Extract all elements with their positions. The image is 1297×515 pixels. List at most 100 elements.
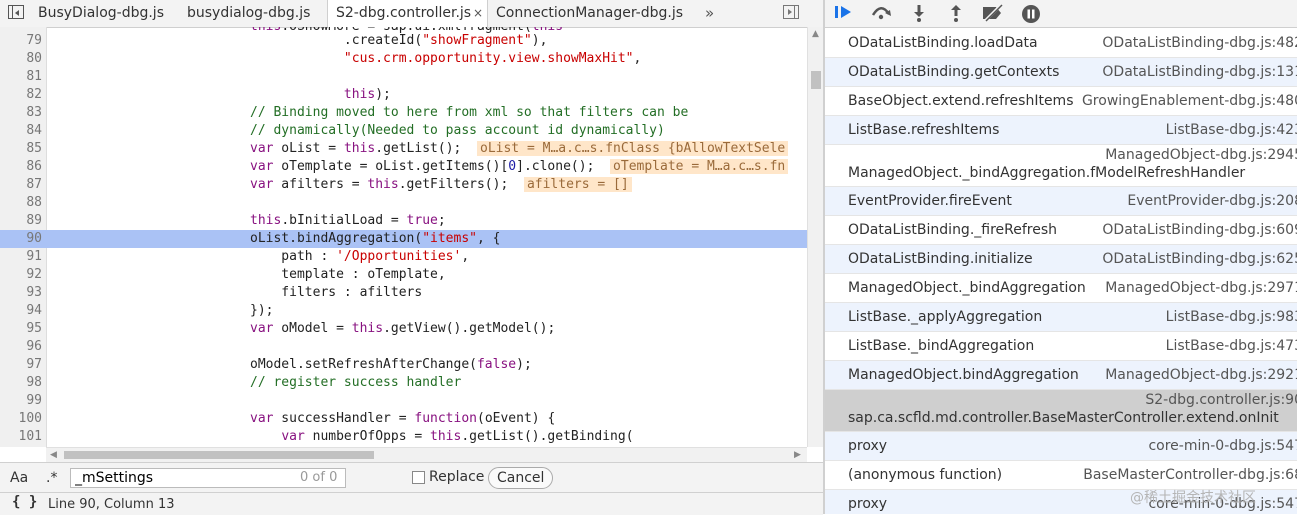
code-line[interactable]: 82 this);	[0, 86, 807, 104]
scroll-up-icon[interactable]: ▲	[812, 29, 819, 39]
deactivate-breakpoints-icon[interactable]	[981, 3, 1003, 23]
call-frame-location[interactable]: ListBase-dbg.js:473	[1166, 338, 1297, 354]
code-line[interactable]: 87 var afilters = this.getFilters(); afil…	[0, 176, 807, 194]
call-frame-location[interactable]: S2-dbg.controller.js:90	[1145, 392, 1297, 408]
line-number[interactable]: 100	[0, 410, 42, 428]
code-line[interactable]: 98 // register success handler	[0, 374, 807, 392]
close-tab-icon[interactable]: ×	[473, 0, 483, 27]
call-frame-location[interactable]: ManagedObject-dbg.js:2971	[1105, 280, 1297, 296]
code-line[interactable]: 96	[0, 338, 807, 356]
line-number[interactable]: 84	[0, 122, 42, 140]
tab-connectionmanager-dbg[interactable]: ConnectionManager-dbg.js	[496, 0, 696, 27]
line-number[interactable]: 101	[0, 428, 42, 446]
tab-busydialog-dbg-lower[interactable]: busydialog-dbg.js	[187, 0, 327, 27]
editor-horizontal-scrollbar[interactable]: ◀ ▶	[46, 447, 807, 462]
call-frame-location[interactable]: GrowingEnablement-dbg.js:480	[1082, 93, 1297, 109]
call-frame-location[interactable]: BaseMasterController-dbg.js:68	[1083, 467, 1297, 483]
line-number[interactable]: 91	[0, 248, 42, 266]
step-out-icon[interactable]	[945, 3, 967, 23]
call-frame[interactable]: ODataListBinding.loadData ODataListBindin…	[825, 29, 1297, 58]
scroll-left-icon[interactable]: ◀	[50, 450, 57, 460]
line-number[interactable]: 88	[0, 194, 42, 212]
call-frame-location[interactable]: ManagedObject-dbg.js:2945	[1105, 147, 1297, 163]
resume-icon[interactable]	[833, 3, 855, 23]
code-line[interactable]: 92 template : oTemplate,	[0, 266, 807, 284]
replace-checkbox[interactable]	[412, 471, 425, 484]
call-frame[interactable]: sap.ca.scfld.md.controller.BaseMasterCon…	[825, 390, 1297, 432]
step-into-icon[interactable]	[908, 3, 930, 23]
call-frame[interactable]: ODataListBinding.initialize ODataListBind…	[825, 245, 1297, 274]
call-frame-location[interactable]: ODataListBinding-dbg.js:131	[1102, 64, 1297, 80]
more-tabs-icon[interactable]: »	[705, 0, 714, 27]
line-number[interactable]: 94	[0, 302, 42, 320]
tab-busydialog-dbg[interactable]: BusyDialog-dbg.js	[36, 0, 180, 27]
code-line[interactable]: 101 var numberOfOpps = this.getList().ge…	[0, 428, 807, 446]
call-frame[interactable]: ManagedObject._bindAggregation.fModelRef…	[825, 145, 1297, 187]
pause-on-exceptions-icon[interactable]	[1020, 3, 1042, 23]
call-frame-location[interactable]: EventProvider-dbg.js:208	[1127, 193, 1297, 209]
call-frame[interactable]: (anonymous function) BaseMasterController…	[825, 461, 1297, 490]
code-line[interactable]: 83 // Binding moved to here from xml so t…	[0, 104, 807, 122]
line-number[interactable]: 89	[0, 212, 42, 230]
line-number[interactable]: 96	[0, 338, 42, 356]
code-line[interactable]: 89 this.bInitialLoad = true;	[0, 212, 807, 230]
line-number[interactable]: 93	[0, 284, 42, 302]
code-line[interactable]: 91 path : '/Opportunities',	[0, 248, 807, 266]
editor-vertical-scrollbar[interactable]: ▲	[807, 27, 824, 447]
toggle-debugger-icon[interactable]	[783, 5, 799, 19]
line-number[interactable]: 92	[0, 266, 42, 284]
code-line[interactable]: 94});	[0, 302, 807, 320]
line-number[interactable]: 97	[0, 356, 42, 374]
cancel-button[interactable]: Cancel	[488, 467, 554, 489]
code-line[interactable]: 84 // dynamically(Needed to pass account …	[0, 122, 807, 140]
code-line[interactable]: 80 "cus.crm.opportunity.view.showMaxHit"…	[0, 50, 807, 68]
line-number[interactable]: 90	[0, 230, 42, 248]
line-number[interactable]: 81	[0, 68, 42, 86]
code-line[interactable]: 100 var successHandler = function(oEvent)…	[0, 410, 807, 428]
code-line[interactable]: 86 var oTemplate = oList.getItems()[0].cl…	[0, 158, 807, 176]
line-number[interactable]: 82	[0, 86, 42, 104]
code-line[interactable]: 93 filters : afilters	[0, 284, 807, 302]
call-frame-location[interactable]: ListBase-dbg.js:423	[1166, 122, 1297, 138]
pretty-print-icon[interactable]: { }	[12, 494, 37, 510]
line-number[interactable]: 98	[0, 374, 42, 392]
step-over-icon[interactable]	[870, 3, 892, 23]
call-frame[interactable]: ManagedObject._bindAggregation ManagedObj…	[825, 274, 1297, 303]
horizontal-scroll-thumb[interactable]	[64, 451, 374, 459]
code-line[interactable]: 97 oModel.setRefreshAfterChange(false);	[0, 356, 807, 374]
line-number[interactable]: 85	[0, 140, 42, 158]
call-frame-location[interactable]: ODataListBinding-dbg.js:625	[1102, 251, 1297, 267]
code-line[interactable]: 88	[0, 194, 807, 212]
case-sensitive-toggle[interactable]: Aa	[10, 470, 28, 486]
call-frame-location[interactable]: ManagedObject-dbg.js:2921	[1105, 367, 1297, 383]
scroll-right-icon[interactable]: ▶	[794, 450, 801, 460]
call-frame[interactable]: ListBase._applyAggregation ListBase-dbg.j…	[825, 303, 1297, 332]
toggle-navigator-icon[interactable]	[8, 5, 24, 19]
call-frame-location[interactable]: ListBase-dbg.js:983	[1166, 309, 1297, 325]
line-number[interactable]: 80	[0, 50, 42, 68]
tab-s2-dbg-controller[interactable]: S2-dbg.controller.js ×	[327, 0, 488, 28]
call-frame-location[interactable]: core-min-0-dbg.js:547	[1148, 438, 1297, 454]
call-frame[interactable]: ListBase._bindAggregation ListBase-dbg.js…	[825, 332, 1297, 361]
call-frame[interactable]: EventProvider.fireEvent EventProvider-dbg…	[825, 187, 1297, 216]
call-frame[interactable]: ManagedObject.bindAggregation ManagedObje…	[825, 361, 1297, 390]
line-number[interactable]: 102	[0, 446, 42, 447]
code-line[interactable]: 81	[0, 68, 807, 86]
vertical-scroll-thumb[interactable]	[811, 71, 821, 89]
code-area[interactable]: 79 .createId("showFragment"), 80 "cus.crm…	[0, 27, 807, 447]
code-line[interactable]: 90 oList.bindAggregation("items", {	[0, 230, 807, 248]
code-line[interactable]: 99	[0, 392, 807, 410]
call-frame[interactable]: ListBase.refreshItems ListBase-dbg.js:423	[825, 116, 1297, 145]
line-number[interactable]: 87	[0, 176, 42, 194]
line-number[interactable]: 95	[0, 320, 42, 338]
regex-toggle[interactable]: .*	[46, 470, 57, 486]
call-frame-location[interactable]: ODataListBinding-dbg.js:482	[1102, 35, 1297, 51]
call-frame-location[interactable]: ODataListBinding-dbg.js:609	[1102, 222, 1297, 238]
line-number[interactable]: 83	[0, 104, 42, 122]
call-frame[interactable]: proxy core-min-0-dbg.js:547	[825, 432, 1297, 461]
call-frame[interactable]: ODataListBinding._fireRefresh ODataListBi…	[825, 216, 1297, 245]
line-number[interactable]: 99	[0, 392, 42, 410]
code-line[interactable]: 95 var oModel = this.getView().getModel()…	[0, 320, 807, 338]
call-frame[interactable]: BaseObject.extend.refreshItems GrowingEna…	[825, 87, 1297, 116]
call-frame[interactable]: ODataListBinding.getContexts ODataListBin…	[825, 58, 1297, 87]
